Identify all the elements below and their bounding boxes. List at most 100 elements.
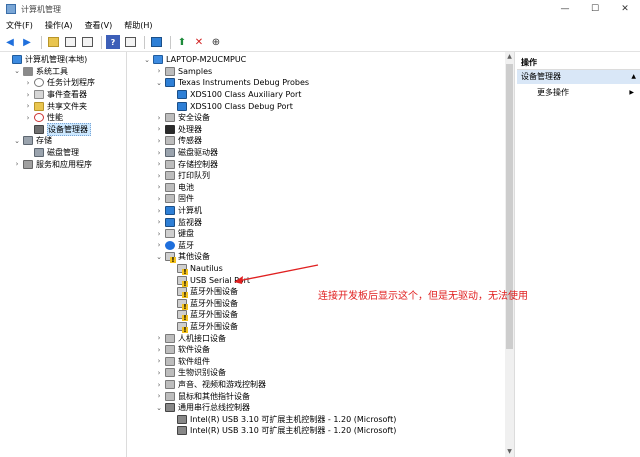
- expand-arrow-icon[interactable]: ›: [155, 230, 163, 238]
- expand-arrow-icon[interactable]: ›: [155, 172, 163, 180]
- maximize-button[interactable]: ☐: [580, 0, 610, 18]
- tree-item[interactable]: › 计算机: [155, 205, 202, 217]
- scroll-up-icon[interactable]: ▲: [505, 52, 514, 62]
- expand-arrow-icon[interactable]: ›: [155, 149, 163, 157]
- tree-item[interactable]: › 声音、视频和游戏控制器: [155, 379, 266, 391]
- tree-item[interactable]: › 固件: [155, 193, 194, 205]
- tree-item[interactable]: › 任务计划程序: [24, 77, 95, 89]
- tree-item[interactable]: 蓝牙外围设备: [167, 298, 238, 310]
- uninstall-icon[interactable]: ✕: [192, 35, 206, 49]
- back-icon[interactable]: ◀: [3, 35, 17, 49]
- expand-arrow-icon[interactable]: ›: [24, 91, 32, 99]
- svc-icon: [23, 159, 33, 169]
- expand-arrow-icon[interactable]: ›: [155, 125, 163, 133]
- tree-item[interactable]: › 性能: [24, 112, 63, 124]
- tree-item[interactable]: › 处理器: [155, 124, 202, 136]
- show-pane-icon[interactable]: [123, 35, 137, 49]
- collapse-icon[interactable]: ▲: [631, 70, 636, 84]
- tree-item[interactable]: › 监视器: [155, 216, 202, 228]
- collapse-arrow-icon[interactable]: ⌄: [13, 67, 21, 75]
- more-actions-item[interactable]: 更多操作 ▶: [517, 86, 640, 99]
- tree-item[interactable]: XDS100 Class Debug Port: [167, 100, 293, 112]
- tree-item[interactable]: › 电池: [155, 182, 194, 194]
- up-folder-icon[interactable]: [46, 35, 60, 49]
- expand-arrow-icon[interactable]: ›: [155, 346, 163, 354]
- tree-item[interactable]: 设备管理器: [24, 122, 91, 136]
- tree-item[interactable]: 蓝牙外围设备: [167, 309, 238, 322]
- tree-item[interactable]: › 人机接口设备: [155, 332, 226, 344]
- properties-icon[interactable]: [80, 35, 94, 49]
- tree-item[interactable]: ⌄ 系统工具: [13, 66, 68, 78]
- tree-item[interactable]: 蓝牙外围设备: [167, 286, 238, 299]
- expand-arrow-icon[interactable]: ›: [24, 114, 32, 122]
- tree-item[interactable]: 蓝牙外围设备: [167, 321, 238, 334]
- tree-item[interactable]: › 软件组件: [155, 356, 210, 368]
- expand-arrow-icon[interactable]: ›: [155, 67, 163, 75]
- collapse-arrow-icon[interactable]: ⌄: [155, 79, 163, 87]
- help-icon[interactable]: ?: [106, 35, 120, 49]
- tree-item[interactable]: ⌄ 通用串行总线控制器: [155, 402, 250, 414]
- tree-item[interactable]: › 共享文件夹: [24, 100, 87, 112]
- tree-item[interactable]: Nautilus: [167, 263, 223, 276]
- tree-item[interactable]: 磁盘管理: [24, 147, 79, 159]
- tree-item[interactable]: 计算机管理(本地): [2, 54, 87, 66]
- tree-item[interactable]: › 软件设备: [155, 344, 210, 356]
- tree-item[interactable]: › 鼠标和其他指针设备: [155, 390, 250, 402]
- menu-file[interactable]: 文件(F): [0, 20, 39, 31]
- forward-icon[interactable]: ▶: [20, 35, 34, 49]
- expand-arrow-icon[interactable]: ›: [155, 195, 163, 203]
- expand-arrow-icon[interactable]: ›: [155, 392, 163, 400]
- expand-arrow-icon[interactable]: ›: [155, 160, 163, 168]
- tree-item[interactable]: › Samples: [155, 66, 212, 78]
- tree-item[interactable]: › 服务和应用程序: [13, 158, 92, 170]
- minimize-button[interactable]: —: [550, 0, 580, 18]
- expand-arrow-icon[interactable]: ›: [155, 357, 163, 365]
- tree-item-label: 系统工具: [36, 66, 68, 76]
- expand-arrow-icon[interactable]: ›: [155, 218, 163, 226]
- expand-arrow-icon[interactable]: ›: [155, 183, 163, 191]
- scrollbar-thumb[interactable]: [506, 64, 513, 349]
- collapse-arrow-icon[interactable]: ⌄: [143, 56, 151, 64]
- folder-icon: [34, 101, 44, 111]
- tree-item[interactable]: ⌄ Texas Instruments Debug Probes: [155, 77, 309, 89]
- expand-arrow-icon[interactable]: ›: [155, 369, 163, 377]
- tree-item[interactable]: › 打印队列: [155, 170, 210, 182]
- tree-item[interactable]: › 传感器: [155, 135, 202, 147]
- tree-item[interactable]: Intel(R) USB 3.10 可扩展主机控制器 - 1.20 (Micro…: [167, 425, 396, 437]
- expand-arrow-icon[interactable]: ›: [155, 381, 163, 389]
- scroll-down-icon[interactable]: ▼: [505, 447, 514, 457]
- tree-item[interactable]: › 键盘: [155, 228, 194, 240]
- collapse-arrow-icon[interactable]: ⌄: [13, 137, 21, 145]
- tree-item[interactable]: › 安全设备: [155, 112, 210, 124]
- expand-arrow-icon[interactable]: ›: [24, 79, 32, 87]
- expand-arrow-icon[interactable]: ›: [155, 334, 163, 342]
- tree-item[interactable]: › 存储控制器: [155, 158, 218, 170]
- tree-item[interactable]: ⌄ 存储: [13, 135, 52, 147]
- expand-arrow-icon[interactable]: ›: [155, 114, 163, 122]
- collapse-arrow-icon[interactable]: ⌄: [155, 404, 163, 412]
- show-hide-tree-icon[interactable]: [63, 35, 77, 49]
- menu-view[interactable]: 查看(V): [79, 20, 119, 31]
- tree-item[interactable]: XDS100 Class Auxiliary Port: [167, 89, 301, 101]
- menu-action[interactable]: 操作(A): [39, 20, 79, 31]
- scan-hardware-icon[interactable]: ⊕: [209, 35, 223, 49]
- tree-item[interactable]: › 蓝牙: [155, 240, 194, 252]
- expand-arrow-icon[interactable]: ›: [155, 137, 163, 145]
- expand-arrow-icon[interactable]: ›: [13, 160, 21, 168]
- expand-arrow-icon[interactable]: ›: [155, 207, 163, 215]
- tree-item[interactable]: › 磁盘驱动器: [155, 147, 218, 159]
- tree-item[interactable]: ⌄ 其他设备: [155, 251, 210, 264]
- tree-item[interactable]: › 事件查看器: [24, 89, 87, 101]
- update-driver-icon[interactable]: ⬆: [175, 35, 189, 49]
- monitor-icon[interactable]: [149, 35, 163, 49]
- menu-help[interactable]: 帮助(H): [118, 20, 158, 31]
- collapse-arrow-icon[interactable]: ⌄: [155, 253, 163, 261]
- expand-arrow-icon[interactable]: ›: [155, 241, 163, 249]
- actions-section-device-manager[interactable]: 设备管理器 ▲: [517, 70, 640, 84]
- expand-arrow-icon[interactable]: ›: [24, 102, 32, 110]
- tree-item[interactable]: › 生物识别设备: [155, 367, 226, 379]
- tree-item[interactable]: Intel(R) USB 3.10 可扩展主机控制器 - 1.20 (Micro…: [167, 414, 396, 426]
- close-button[interactable]: ✕: [610, 0, 640, 18]
- vertical-scrollbar[interactable]: ▲ ▼: [505, 52, 514, 457]
- tree-item[interactable]: ⌄ LAPTOP-M2UCMPUC: [143, 54, 246, 66]
